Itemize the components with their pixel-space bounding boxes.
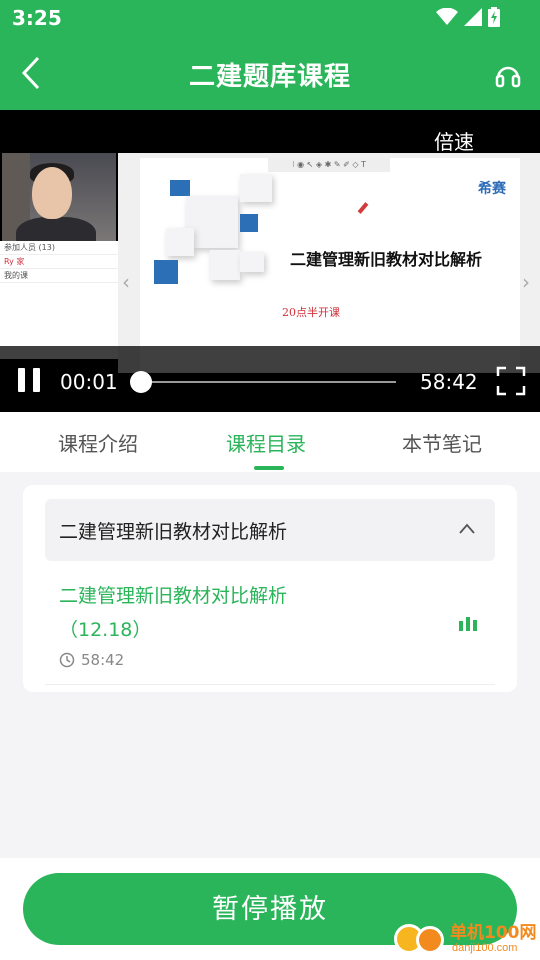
playback-speed-button[interactable]: 倍速 — [434, 126, 474, 155]
video-player[interactable]: 倍速 参加人员 (13) Ry 家 我的课 ⁝ ◉ ↖ ◈ ✱ ✎ ✐ ◇ T … — [0, 110, 540, 412]
active-tab-indicator — [254, 466, 284, 470]
tab-course-catalog[interactable]: 课程目录 — [226, 428, 306, 457]
slide-decoration — [240, 214, 258, 232]
lesson-duration-row: 58:42 — [59, 651, 124, 669]
slide-toolbar: ⁝ ◉ ↖ ◈ ✱ ✎ ✐ ◇ T — [268, 158, 390, 172]
chapter-title: 二建管理新旧教材对比解析 — [59, 521, 288, 543]
lecture-slide: ⁝ ◉ ↖ ◈ ✱ ✎ ✐ ◇ T 希赛 二建管理新旧教材对比解析 20点半开课 — [140, 158, 520, 372]
watermark-url: danji100.com — [452, 942, 518, 954]
status-time: 3:25 — [12, 6, 62, 30]
now-playing-icon — [459, 617, 477, 631]
wifi-icon — [436, 8, 458, 25]
slide-subtitle: 20点半开课 — [282, 306, 340, 319]
headset-icon[interactable] — [494, 60, 522, 88]
pen-icon — [357, 202, 369, 214]
watermark-logo: 单机100网 danji100.com — [392, 918, 540, 960]
chevron-up-icon[interactable] — [459, 521, 475, 537]
tab-lesson-notes[interactable]: 本节笔记 — [402, 428, 482, 457]
slide-decoration — [240, 174, 272, 202]
chapter-header[interactable]: 二建管理新旧教材对比解析 — [45, 499, 495, 561]
progress-thumb[interactable] — [130, 371, 152, 393]
fullscreen-icon[interactable] — [496, 366, 526, 396]
members-row: 参加人员 (13) — [0, 241, 118, 255]
tab-bar: 课程介绍 课程目录 本节笔记 — [0, 412, 540, 472]
members-row: Ry 家 — [0, 255, 118, 269]
player-controls: 00:01 58:42 — [0, 346, 540, 412]
watermark-name: 单机100网 — [450, 923, 537, 943]
current-time: 00:01 — [60, 370, 118, 394]
pause-icon[interactable] — [18, 368, 44, 392]
slide-decoration — [154, 260, 178, 284]
slide-prev-icon[interactable]: ‹ — [122, 270, 130, 294]
page-title: 二建题库课程 — [188, 62, 351, 92]
slide-decoration — [170, 180, 190, 196]
status-bar: 3:25 — [0, 0, 540, 36]
members-row: 我的课 — [0, 269, 118, 283]
slide-decoration — [240, 252, 264, 272]
battery-charging-icon — [488, 7, 500, 27]
slide-decoration — [210, 250, 240, 280]
tab-course-intro[interactable]: 课程介绍 — [58, 428, 138, 457]
catalog-card: 二建管理新旧教材对比解析 二建管理新旧教材对比解析（12.18） 58:42 — [23, 485, 517, 692]
slide-decoration — [166, 228, 194, 256]
slide-brand: 希赛 — [478, 181, 506, 197]
video-duration: 58:42 — [420, 370, 478, 394]
teacher-camera-feed — [2, 153, 116, 247]
signal-icon — [464, 8, 482, 26]
title-bar: 二建题库课程 — [0, 36, 540, 110]
lesson-title[interactable]: 二建管理新旧教材对比解析（12.18） — [59, 579, 349, 647]
progress-track[interactable] — [140, 381, 396, 383]
divider — [45, 684, 495, 685]
slide-title: 二建管理新旧教材对比解析 — [290, 250, 483, 269]
clock-icon — [59, 652, 75, 668]
slide-next-icon[interactable]: › — [522, 270, 530, 294]
status-icons — [436, 7, 500, 27]
bottom-bar: 暂停播放 单机100网 danji100.com — [0, 858, 540, 960]
lesson-duration: 58:42 — [81, 651, 125, 669]
members-panel: 参加人员 (13) Ry 家 我的课 — [0, 241, 118, 359]
